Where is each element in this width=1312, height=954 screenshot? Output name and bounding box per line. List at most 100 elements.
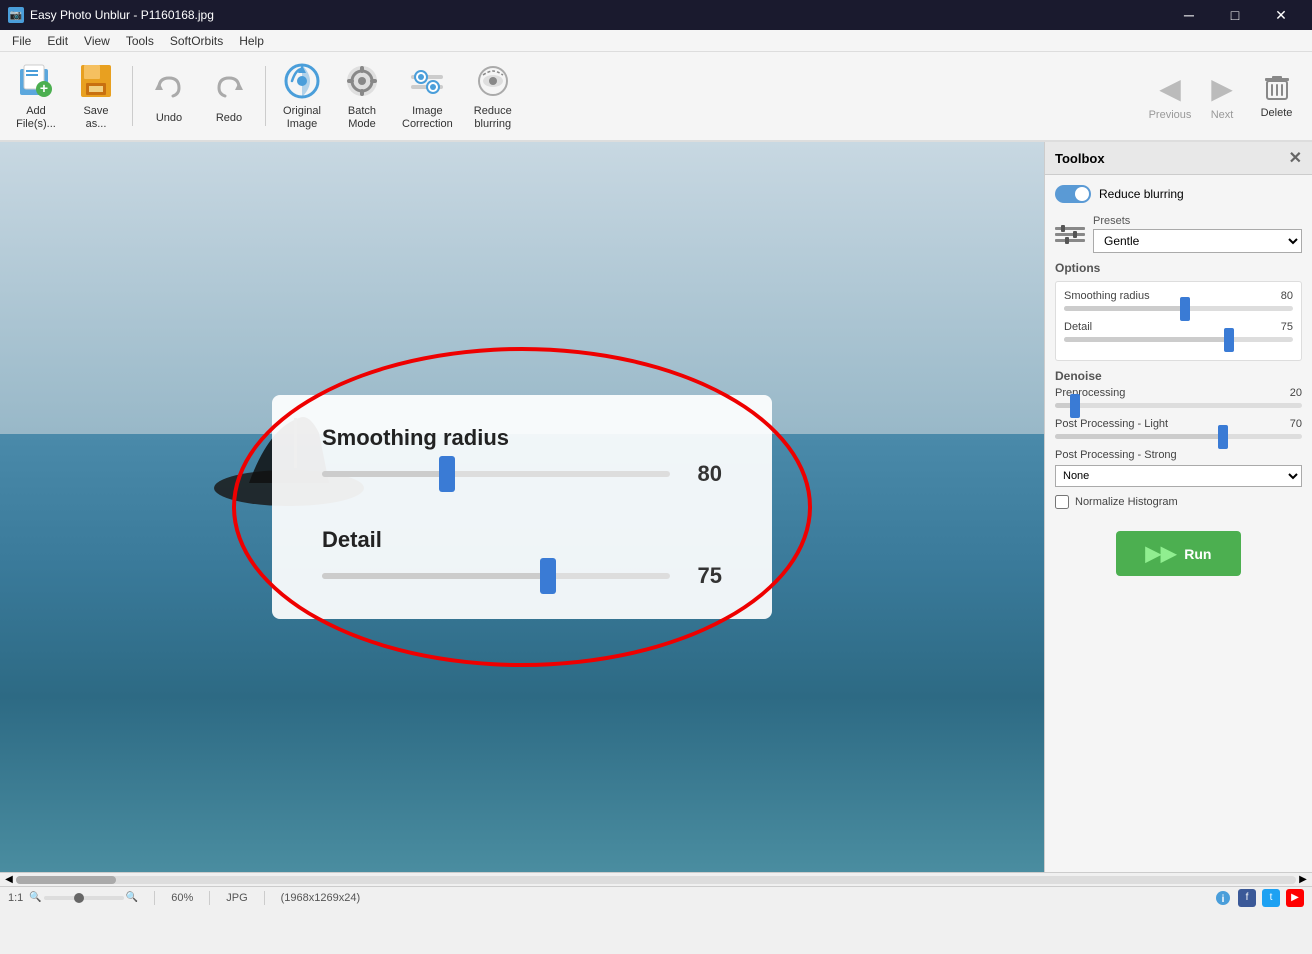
menu-edit[interactable]: Edit	[39, 32, 76, 50]
toolbar: + AddFile(s)... Saveas... Undo	[0, 52, 1312, 142]
add-files-label: AddFile(s)...	[16, 105, 56, 131]
post-processing-strong-label: Post Processing - Strong	[1055, 449, 1302, 461]
normalize-histogram-row: Normalize Histogram	[1055, 495, 1302, 509]
undo-label: Undo	[156, 112, 182, 124]
next-button[interactable]: ▶ Next	[1197, 56, 1247, 136]
post-processing-light-fill	[1055, 434, 1223, 439]
preprocessing-slider-label-row: Preprocessing 20	[1055, 387, 1302, 399]
toolbox-title: Toolbox	[1055, 151, 1105, 166]
undo-button[interactable]: Undo	[141, 62, 197, 130]
redo-button[interactable]: Redo	[201, 62, 257, 130]
smoothing-radius-slider-thumb[interactable]	[1180, 297, 1190, 321]
next-icon: ▶	[1211, 72, 1233, 105]
presets-label: Presets	[1093, 215, 1302, 227]
save-as-button[interactable]: Saveas...	[68, 55, 124, 137]
menu-help[interactable]: Help	[231, 32, 272, 50]
zoom-section: 1:1 🔍 🔍	[8, 892, 138, 904]
presets-select[interactable]: Gentle Moderate Strong Custom	[1093, 229, 1302, 253]
info-icon[interactable]: i	[1214, 889, 1232, 907]
horizontal-scrollbar[interactable]: ◀ ▶	[0, 872, 1312, 886]
detail-thumb[interactable]	[540, 558, 556, 594]
menu-file[interactable]: File	[4, 32, 39, 50]
detail-slider-container[interactable]: 75	[322, 563, 722, 589]
status-divider-1	[154, 891, 155, 905]
batch-mode-button[interactable]: BatchMode	[334, 55, 390, 137]
normalize-histogram-checkbox[interactable]	[1055, 495, 1069, 509]
scroll-left-button[interactable]: ◀	[2, 874, 16, 885]
detail-fill	[322, 573, 548, 579]
detail-track[interactable]	[322, 573, 670, 579]
twitter-icon[interactable]: t	[1262, 889, 1280, 907]
youtube-icon[interactable]: ▶	[1286, 889, 1304, 907]
reduce-blurring-toggle[interactable]	[1055, 185, 1091, 203]
post-processing-light-label: Post Processing - Light	[1055, 418, 1168, 430]
smoothing-radius-overlay-label: Smoothing radius	[322, 425, 722, 451]
presets-icon	[1055, 224, 1085, 244]
run-arrow-icon: ▶▶	[1146, 541, 1177, 566]
window-title: Easy Photo Unblur - P1160168.jpg	[30, 8, 214, 22]
delete-icon	[1262, 73, 1292, 103]
scroll-thumb[interactable]	[16, 876, 116, 884]
menu-softorbits[interactable]: SoftOrbits	[162, 32, 231, 50]
zoom-in-icon[interactable]: 🔍	[126, 892, 138, 903]
detail-slider-fill	[1064, 337, 1229, 342]
preprocessing-slider-track[interactable]	[1055, 403, 1302, 408]
original-image-label: OriginalImage	[283, 105, 321, 131]
close-button[interactable]: ✕	[1258, 0, 1304, 30]
image-correction-icon	[407, 61, 447, 101]
preprocessing-slider-thumb[interactable]	[1070, 394, 1080, 418]
tooltip-panel: Smoothing radius 80 Detail	[272, 395, 772, 619]
toggle-knob	[1075, 187, 1089, 201]
run-button[interactable]: ▶▶ Run	[1116, 531, 1242, 576]
toolbox-header: Toolbox ✕	[1045, 142, 1312, 175]
batch-mode-icon	[342, 61, 382, 101]
add-files-button[interactable]: + AddFile(s)...	[8, 55, 64, 137]
toolbox-close-button[interactable]: ✕	[1289, 148, 1302, 168]
post-processing-light-thumb[interactable]	[1218, 425, 1228, 449]
smoothing-radius-slider-container[interactable]: 80	[322, 461, 722, 487]
zoom-slider[interactable]	[44, 896, 124, 900]
previous-button[interactable]: ◀ Previous	[1145, 56, 1195, 136]
minimize-button[interactable]: ─	[1166, 0, 1212, 30]
image-area[interactable]: Smoothing radius 80 Detail	[0, 142, 1044, 872]
normalize-histogram-label: Normalize Histogram	[1075, 496, 1178, 508]
post-processing-strong-row: Post Processing - Strong None Light Medi…	[1055, 449, 1302, 487]
scroll-track[interactable]	[16, 876, 1296, 884]
scroll-right-button[interactable]: ▶	[1296, 874, 1310, 885]
zoom-percent: 60%	[171, 892, 193, 904]
social-icons: i f t ▶	[1214, 889, 1304, 907]
post-processing-strong-select[interactable]: None Light Medium Strong	[1055, 465, 1302, 487]
maximize-button[interactable]: □	[1212, 0, 1258, 30]
detail-label: Detail	[1064, 321, 1092, 333]
reduce-blurring-button[interactable]: Reduceblurring	[465, 55, 521, 137]
preprocessing-slider-row: Preprocessing 20	[1055, 387, 1302, 408]
facebook-icon[interactable]: f	[1238, 889, 1256, 907]
zoom-controls: 🔍 🔍	[29, 892, 138, 903]
original-image-button[interactable]: OriginalImage	[274, 55, 330, 137]
detail-slider-track[interactable]	[1064, 337, 1293, 342]
menu-tools[interactable]: Tools	[118, 32, 162, 50]
zoom-thumb[interactable]	[74, 893, 84, 903]
denoise-label: Denoise	[1055, 369, 1302, 383]
redo-icon	[209, 68, 249, 108]
reduce-blurring-row: Reduce blurring	[1055, 185, 1302, 203]
toolbar-right: ◀ Previous ▶ Next Delete	[1145, 56, 1304, 136]
detail-slider-label-row: Detail 75	[1064, 321, 1293, 333]
separator-1	[132, 66, 133, 126]
menu-view[interactable]: View	[76, 32, 118, 50]
zoom-out-icon[interactable]: 🔍	[29, 892, 41, 903]
smoothing-radius-thumb[interactable]	[439, 456, 455, 492]
delete-button[interactable]: Delete	[1249, 56, 1304, 136]
delete-label: Delete	[1261, 107, 1293, 119]
smoothing-radius-track[interactable]	[322, 471, 670, 477]
preprocessing-value: 20	[1290, 387, 1302, 399]
title-bar: 📷 Easy Photo Unblur - P1160168.jpg ─ □ ✕	[0, 0, 1312, 30]
presets-row: Presets Gentle Moderate Strong Custom	[1055, 215, 1302, 253]
smoothing-radius-slider-track[interactable]	[1064, 306, 1293, 311]
detail-slider-thumb[interactable]	[1224, 328, 1234, 352]
image-correction-button[interactable]: ImageCorrection	[394, 55, 461, 137]
post-processing-light-track[interactable]	[1055, 434, 1302, 439]
detail-slider-row: Detail 75	[1064, 321, 1293, 342]
next-label: Next	[1211, 109, 1234, 121]
run-label: Run	[1184, 546, 1211, 562]
